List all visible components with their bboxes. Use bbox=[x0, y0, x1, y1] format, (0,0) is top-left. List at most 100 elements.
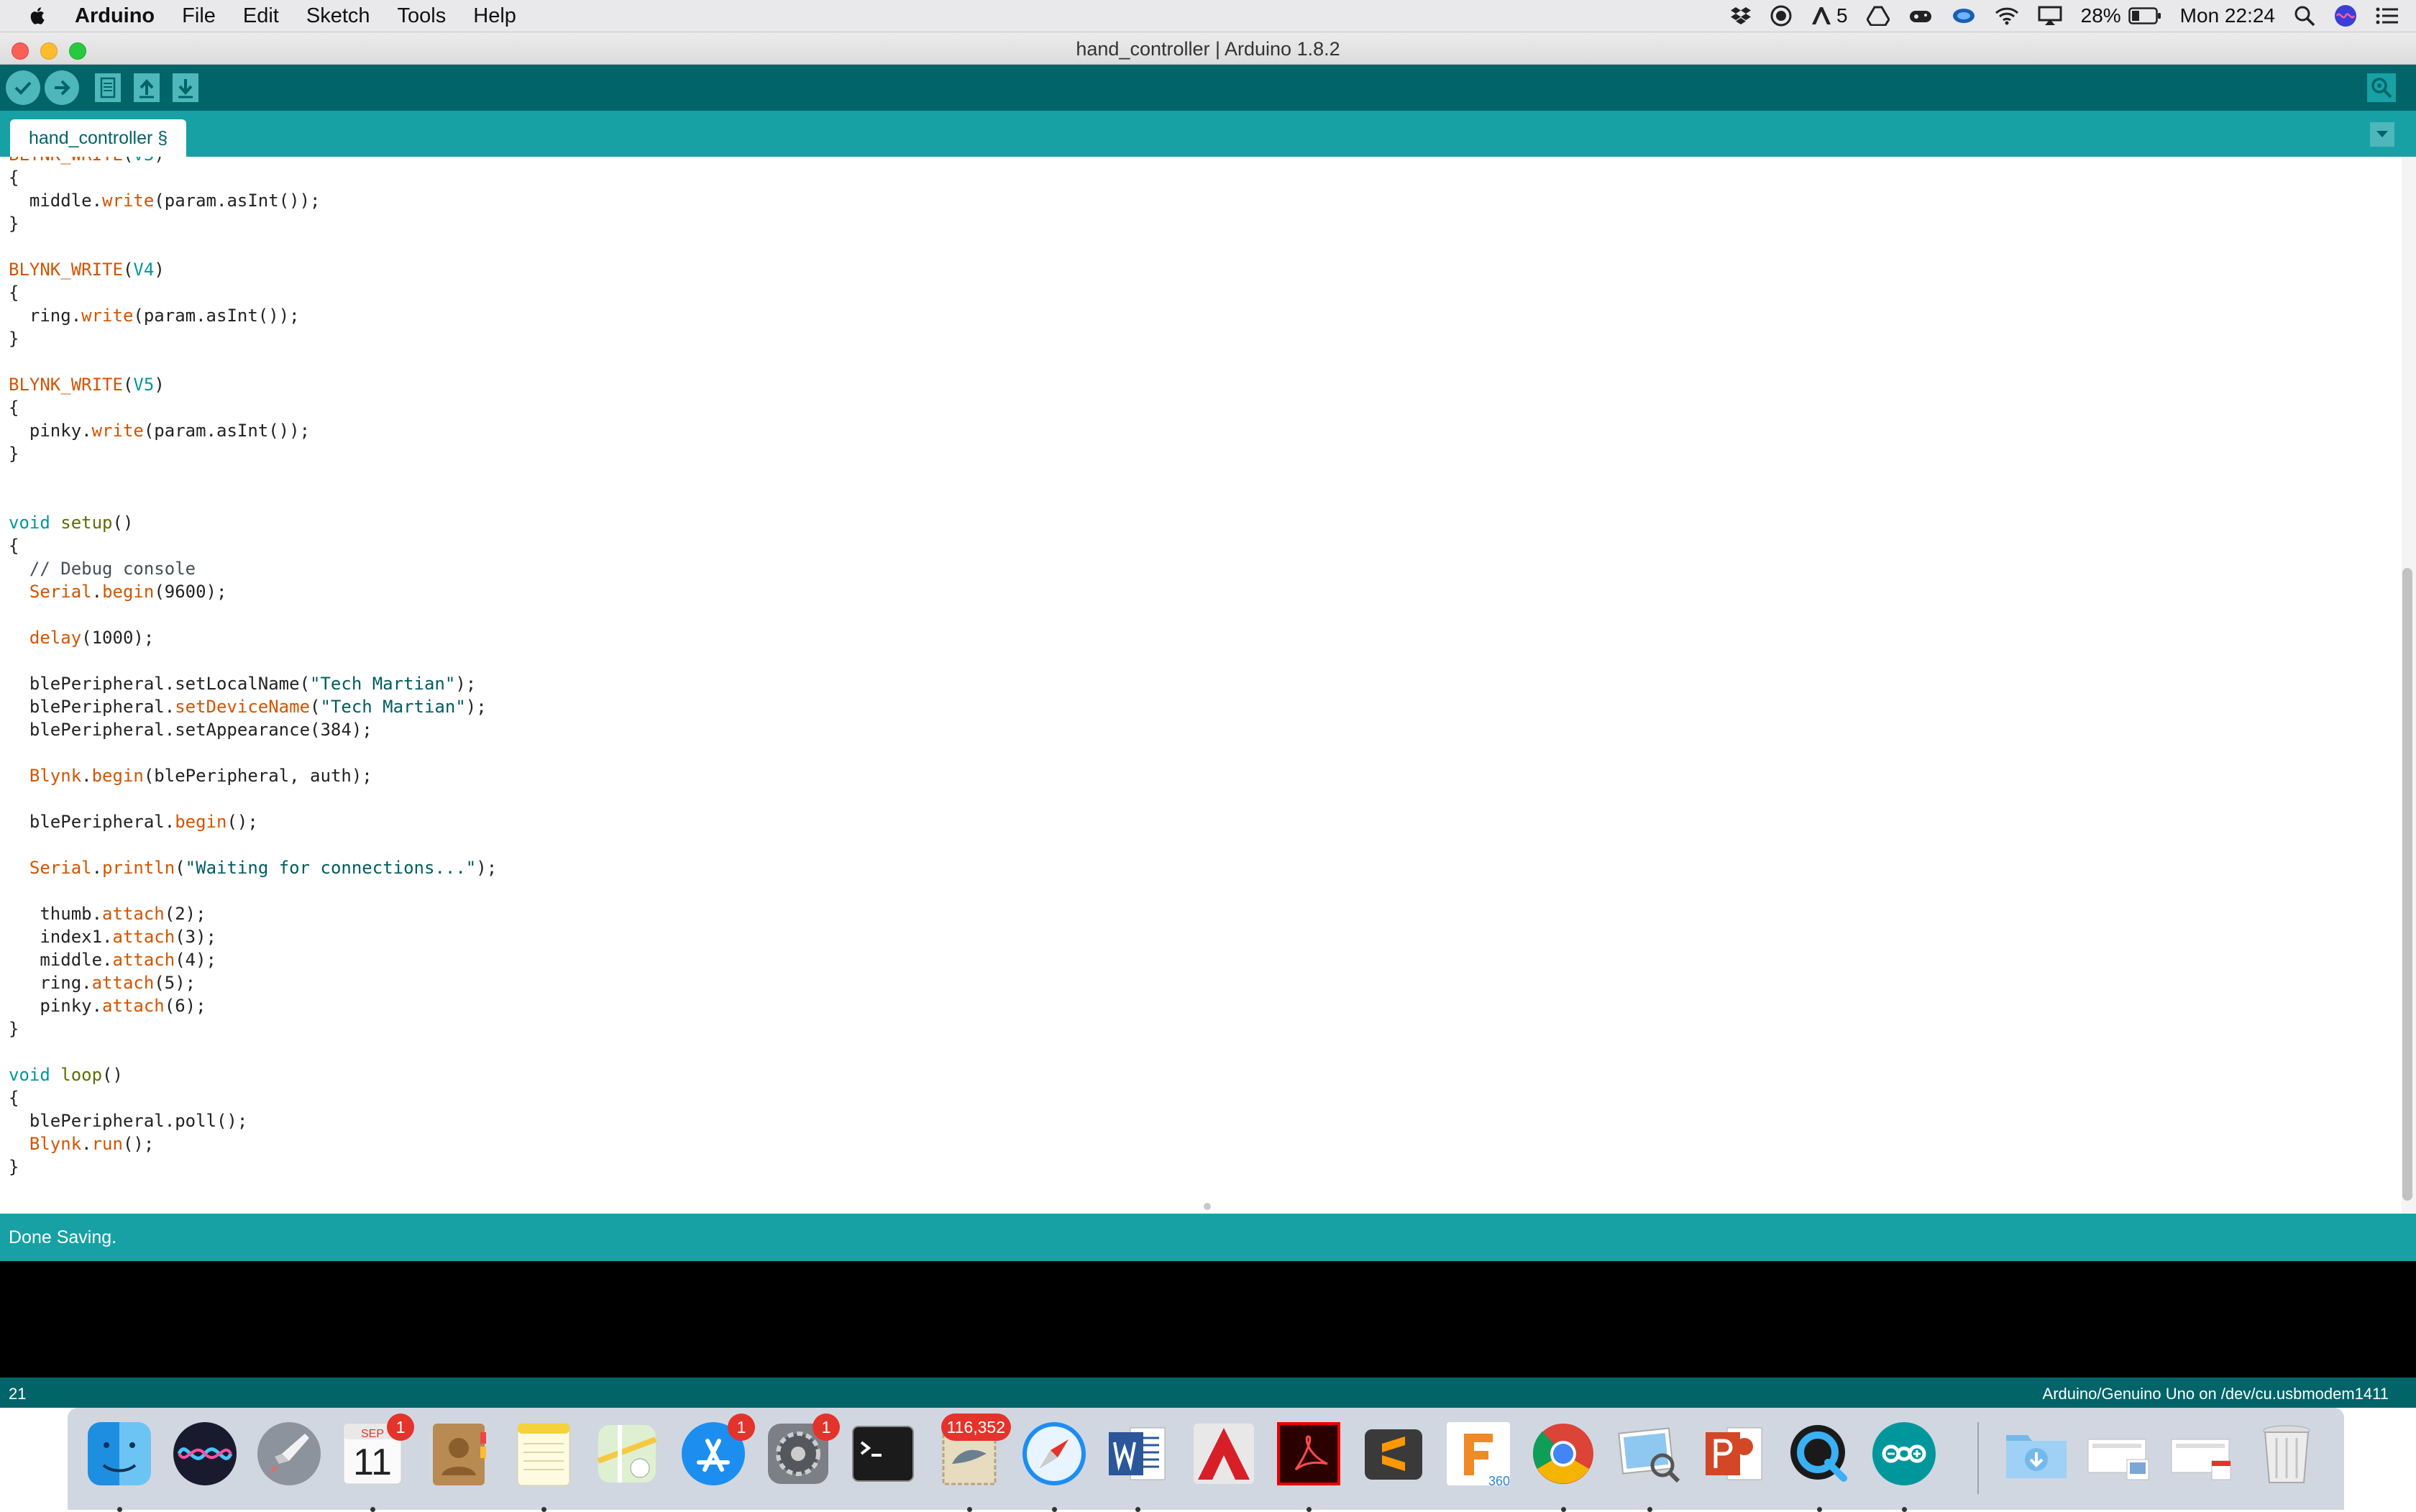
window-title-bar: hand_controller | Arduino 1.8.2 bbox=[0, 32, 2416, 65]
dock-autocad[interactable] bbox=[1188, 1418, 1260, 1493]
quicktime-icon bbox=[1790, 1425, 1847, 1482]
dock-safari[interactable] bbox=[1018, 1418, 1090, 1512]
word-icon bbox=[1109, 1427, 1166, 1480]
dock-preview[interactable] bbox=[1614, 1418, 1685, 1512]
dock-calendar[interactable]: SEP 11 1 bbox=[337, 1414, 414, 1512]
battery-icon[interactable] bbox=[2128, 7, 2161, 24]
dock-word[interactable] bbox=[1102, 1418, 1173, 1512]
menu-sketch[interactable]: Sketch bbox=[306, 4, 370, 28]
code-line: blePeripheral.setLocalName("Tech Martian… bbox=[9, 674, 477, 694]
dock-sublime-text[interactable] bbox=[1358, 1418, 1429, 1493]
dock-powerpoint[interactable] bbox=[1698, 1418, 1770, 1493]
code-line: { bbox=[9, 168, 19, 188]
code-line: ​ bbox=[9, 350, 497, 373]
new-sketch-button[interactable] bbox=[91, 70, 125, 105]
battery-percent[interactable]: 28% bbox=[2081, 4, 2121, 27]
menu-help[interactable]: Help bbox=[473, 4, 516, 28]
dock-launchpad[interactable] bbox=[253, 1418, 325, 1493]
downloads-folder-icon bbox=[2006, 1435, 2067, 1478]
code-line: ​ bbox=[9, 833, 497, 856]
fusion-label: 360 bbox=[1488, 1474, 1510, 1488]
dock-siri[interactable] bbox=[169, 1418, 241, 1493]
window-title: hand_controller | Arduino 1.8.2 bbox=[1076, 38, 1340, 60]
notification-center-icon[interactable] bbox=[2376, 6, 2399, 25]
code-editor[interactable]: BLYNK_WRITE(V3) { middle.write(param.asIn… bbox=[0, 157, 2402, 1214]
save-sketch-button[interactable] bbox=[168, 70, 203, 105]
dock-mail[interactable]: 116,352 bbox=[933, 1414, 1011, 1512]
preview-icon bbox=[1618, 1427, 1680, 1483]
verify-button[interactable] bbox=[6, 70, 40, 105]
line-number: 21 bbox=[9, 1385, 27, 1403]
serial-monitor-button[interactable] bbox=[2364, 70, 2399, 105]
game-controller-icon[interactable] bbox=[1908, 6, 1933, 25]
open-sketch-button[interactable] bbox=[129, 70, 164, 105]
dock-contacts[interactable] bbox=[423, 1418, 495, 1493]
acrobat-icon bbox=[1277, 1422, 1340, 1485]
footer-bar: 21 Arduino/Genuino Uno on /dev/cu.usbmod… bbox=[0, 1378, 2416, 1408]
autocad-icon bbox=[1194, 1424, 1254, 1484]
board-port-info: Arduino/Genuino Uno on /dev/cu.usbmodem1… bbox=[2042, 1385, 2389, 1403]
code-line: { bbox=[9, 283, 19, 303]
siri-icon[interactable] bbox=[2334, 4, 2357, 27]
document-stack-icon bbox=[2087, 1439, 2149, 1480]
dock-trash[interactable] bbox=[2251, 1418, 2323, 1493]
dock-document-stack-2[interactable] bbox=[2167, 1418, 2239, 1493]
magnifier-icon bbox=[2367, 73, 2396, 102]
dock-system-preferences[interactable]: 1 bbox=[762, 1414, 840, 1493]
code-line: { bbox=[9, 536, 19, 556]
record-icon[interactable] bbox=[1770, 5, 1792, 27]
dock-terminal[interactable] bbox=[847, 1418, 919, 1493]
google-drive-icon[interactable] bbox=[1866, 6, 1890, 26]
code-line: Serial.begin(9600); bbox=[29, 582, 227, 602]
wifi-icon[interactable] bbox=[1995, 6, 2019, 25]
status-bar: Done Saving. bbox=[0, 1214, 2416, 1261]
code-line: middle.write(param.asInt()); bbox=[9, 191, 321, 211]
dock-fusion-360[interactable]: 360 bbox=[1442, 1418, 1514, 1493]
code-line: ​ bbox=[9, 741, 497, 764]
code-line: ​ bbox=[9, 649, 497, 672]
split-pane-handle[interactable] bbox=[1204, 1203, 1211, 1210]
clock[interactable]: Mon 22:24 bbox=[2180, 4, 2275, 27]
dock-document-stack-1[interactable] bbox=[2084, 1418, 2156, 1493]
output-console[interactable] bbox=[0, 1261, 2416, 1378]
dock-chrome[interactable] bbox=[1527, 1418, 1599, 1512]
dock-arduino[interactable] bbox=[1868, 1418, 1940, 1512]
menu-app-name[interactable]: Arduino bbox=[75, 4, 155, 28]
tab-hand-controller[interactable]: hand_controller § bbox=[10, 119, 187, 157]
dock-finder[interactable] bbox=[83, 1418, 155, 1512]
code-line: void loop() bbox=[9, 1065, 123, 1085]
dock-quicktime[interactable] bbox=[1783, 1418, 1855, 1512]
adobe-cc-icon[interactable]: 5 bbox=[1811, 4, 1848, 27]
menu-edit[interactable]: Edit bbox=[243, 4, 279, 28]
editor-scrollbar-thumb[interactable] bbox=[2402, 568, 2412, 1201]
dock: SEP 11 1 1 1 116,352 360 bbox=[68, 1408, 2344, 1512]
adobe-count: 5 bbox=[1836, 4, 1848, 27]
code-line: blePeripheral.poll(); bbox=[9, 1111, 248, 1131]
apple-menu-icon[interactable] bbox=[27, 5, 49, 27]
code-line: Blynk.begin(blePeripheral, auth); bbox=[29, 766, 372, 786]
status-message: Done Saving. bbox=[9, 1227, 117, 1247]
code-line: ring.attach(5); bbox=[9, 973, 196, 993]
dock-downloads-folder[interactable] bbox=[2000, 1418, 2072, 1493]
cloud-sync-icon[interactable] bbox=[1951, 6, 1976, 25]
spotlight-search-icon[interactable] bbox=[2294, 5, 2315, 27]
menu-file[interactable]: File bbox=[182, 4, 216, 28]
code-text: BLYNK_WRITE(V3) { middle.write(param.asIn… bbox=[9, 157, 497, 1178]
upload-button[interactable] bbox=[45, 70, 79, 105]
dock-notes[interactable] bbox=[508, 1418, 580, 1512]
dock-maps[interactable] bbox=[591, 1418, 663, 1493]
arrow-right-icon bbox=[55, 80, 70, 96]
airplay-icon[interactable] bbox=[2038, 6, 2062, 26]
dropbox-icon[interactable] bbox=[1730, 6, 1752, 26]
dock-acrobat[interactable] bbox=[1273, 1418, 1345, 1512]
code-line: } bbox=[9, 214, 19, 234]
finder-icon bbox=[88, 1422, 151, 1485]
tab-menu-button[interactable] bbox=[2370, 122, 2394, 147]
sublime-text-icon bbox=[1365, 1429, 1422, 1480]
dock-separator bbox=[1977, 1422, 1979, 1494]
dock-app-store[interactable]: 1 bbox=[677, 1414, 755, 1493]
arduino-toolbar bbox=[0, 65, 2416, 111]
menu-tools[interactable]: Tools bbox=[398, 4, 447, 28]
code-line: Serial.println("Waiting for connections.… bbox=[29, 858, 498, 878]
code-line: ring.write(param.asInt()); bbox=[9, 306, 300, 326]
